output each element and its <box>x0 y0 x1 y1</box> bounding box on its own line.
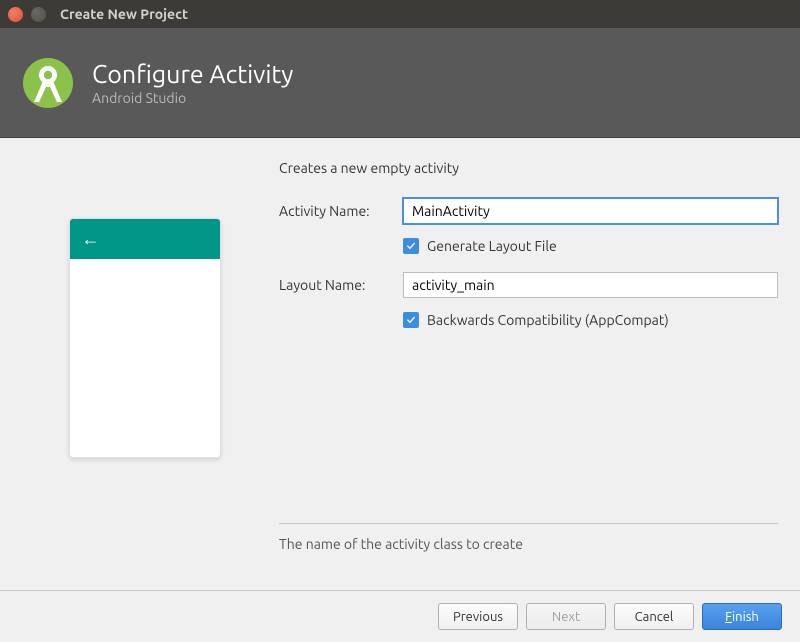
close-icon[interactable] <box>8 7 23 22</box>
back-arrow-icon: ← <box>82 229 100 250</box>
layout-name-input[interactable] <box>403 272 778 298</box>
titlebar: Create New Project <box>0 0 800 28</box>
phone-preview: ← <box>69 218 221 458</box>
android-studio-logo-icon <box>22 57 74 109</box>
cancel-button[interactable]: Cancel <box>614 603 694 630</box>
hint-text: The name of the activity class to create <box>279 523 778 552</box>
generate-layout-label: Generate Layout File <box>427 238 557 254</box>
form-description: Creates a new empty activity <box>279 160 778 176</box>
layout-name-label: Layout Name: <box>279 277 403 293</box>
header: Configure Activity Android Studio <box>0 28 800 138</box>
previous-button[interactable]: Previous <box>438 603 518 630</box>
activity-name-label: Activity Name: <box>279 203 403 219</box>
next-button: Next <box>526 603 606 630</box>
backwards-compat-checkbox[interactable]: ✓ <box>403 312 419 328</box>
footer: Previous Next Cancel Finish <box>0 590 800 642</box>
finish-button[interactable]: Finish <box>702 603 782 630</box>
backwards-compat-label: Backwards Compatibility (AppCompat) <box>427 312 669 328</box>
preview-pane: ← <box>22 160 267 562</box>
window-title: Create New Project <box>60 6 188 22</box>
phone-appbar: ← <box>70 219 220 259</box>
page-subtitle: Android Studio <box>92 90 293 106</box>
minimize-icon[interactable] <box>31 7 46 22</box>
finish-button-rest: inish <box>732 610 759 624</box>
activity-name-input[interactable] <box>403 198 778 224</box>
page-title: Configure Activity <box>92 60 293 88</box>
generate-layout-checkbox[interactable]: ✓ <box>403 238 419 254</box>
